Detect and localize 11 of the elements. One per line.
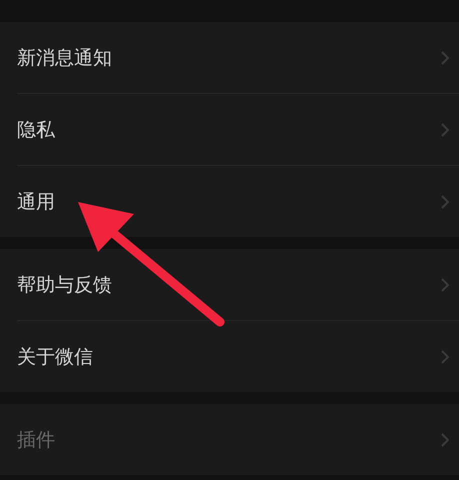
chevron-icon xyxy=(441,50,449,64)
settings-item[interactable]: 隐私 xyxy=(17,116,55,142)
settings-item[interactable]: 新消息通知 xyxy=(17,44,112,70)
chevron-icon xyxy=(441,432,449,446)
chevron-icon xyxy=(441,278,449,292)
chevron-icon xyxy=(441,194,449,208)
settings-item[interactable]: 关于微信 xyxy=(17,344,93,370)
settings-item[interactable]: 帮助与反馈 xyxy=(17,272,112,298)
chevron-icon xyxy=(441,122,449,136)
chevron-icon xyxy=(441,350,449,364)
settings-item[interactable]: 通用 xyxy=(17,188,55,214)
